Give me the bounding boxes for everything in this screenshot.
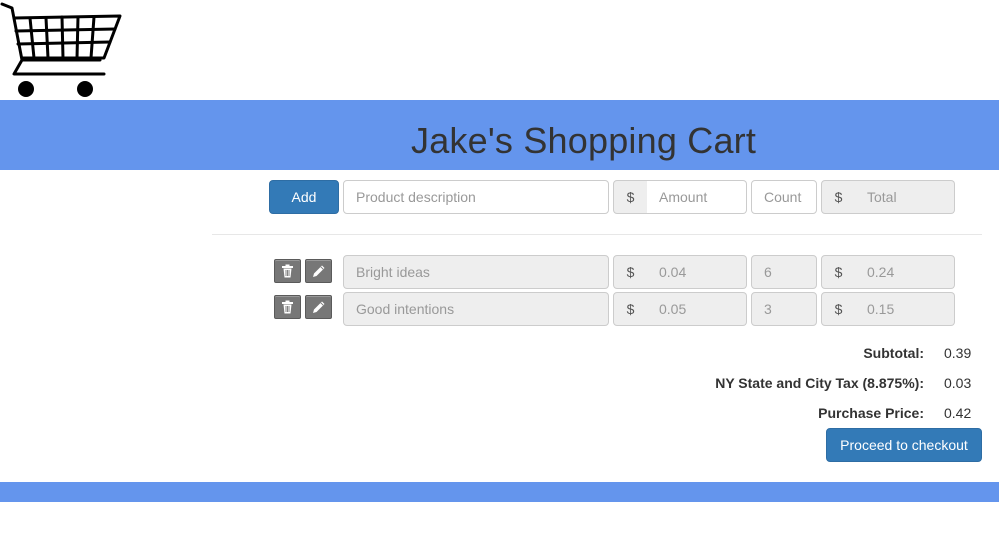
count-input[interactable] (751, 180, 817, 214)
shopping-cart-logo (0, 0, 122, 100)
purchase-price-label: Purchase Price: (818, 405, 924, 421)
currency-addon: $ (613, 180, 648, 214)
currency-addon: $ (613, 255, 648, 289)
product-description-input[interactable] (343, 180, 609, 214)
item-amount (647, 292, 747, 326)
trash-icon (282, 264, 293, 278)
delete-item-button[interactable] (274, 295, 301, 319)
tax-value: 0.03 (944, 375, 972, 391)
amount-input[interactable] (647, 180, 747, 214)
item-count (751, 292, 817, 326)
item-total (855, 292, 955, 326)
add-button[interactable]: Add (269, 180, 339, 214)
currency-addon: $ (613, 292, 648, 326)
delete-item-button[interactable] (274, 259, 301, 283)
total-field (855, 180, 955, 214)
tax-label: NY State and City Tax (8.875%): (715, 375, 924, 391)
pencil-icon (313, 301, 325, 313)
header-banner: Jake's Shopping Cart (0, 100, 999, 170)
subtotal-value: 0.39 (944, 345, 972, 361)
edit-item-button[interactable] (305, 295, 332, 319)
proceed-to-checkout-button[interactable]: Proceed to checkout (826, 428, 982, 462)
edit-item-button[interactable] (305, 259, 332, 283)
item-count (751, 255, 817, 289)
footer-bar (0, 482, 999, 502)
item-description (343, 255, 609, 289)
item-description (343, 292, 609, 326)
subtotal-label: Subtotal: (863, 345, 924, 361)
divider (212, 234, 982, 235)
item-amount (647, 255, 747, 289)
purchase-price-value: 0.42 (944, 405, 972, 421)
shopping-cart-icon (0, 2, 122, 97)
item-total (855, 255, 955, 289)
currency-addon: $ (821, 255, 856, 289)
page-title: Jake's Shopping Cart (411, 120, 757, 161)
currency-addon: $ (821, 180, 856, 214)
currency-addon: $ (821, 292, 856, 326)
trash-icon (282, 300, 293, 314)
pencil-icon (313, 265, 325, 277)
